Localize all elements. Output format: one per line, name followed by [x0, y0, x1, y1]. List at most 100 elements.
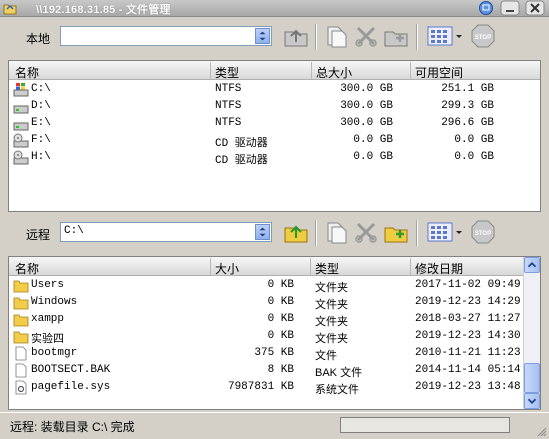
- remote-cell-name: pagefile.sys: [31, 381, 111, 393]
- local-cell-total: 300.0 GB: [340, 83, 393, 95]
- local-cell-free: 0.0 GB: [454, 134, 494, 146]
- remote-col-name[interactable]: 名称: [15, 260, 39, 277]
- remote-cell-size: 0 KB: [267, 279, 294, 291]
- remote-cell-type: 系统文件: [315, 384, 359, 396]
- scroll-up-icon[interactable]: [524, 257, 540, 273]
- resize-grip-icon[interactable]: [535, 425, 547, 437]
- local-row[interactable]: C:\ NTFS 300.0 GB 251.1 GB: [9, 81, 540, 98]
- minimize-icon[interactable]: [499, 0, 521, 16]
- remote-path-dropdown-icon[interactable]: [255, 224, 270, 240]
- remote-row[interactable]: pagefile.sys 7987831 KB 系统文件 2019-12-23 13:…: [9, 379, 540, 396]
- remote-new-folder-icon[interactable]: [382, 218, 410, 246]
- local-cell-type: CD 驱动器: [215, 138, 268, 150]
- local-cell-name: D:\: [31, 100, 51, 112]
- local-list-header: 名称 类型 总大小 可用空间: [9, 61, 540, 80]
- remote-file-list[interactable]: 名称 大小 类型 修改日期 Users 0 KB 文件夹 2017-11-02 09:…: [8, 256, 541, 410]
- close-icon[interactable]: [524, 0, 546, 16]
- local-path-dropdown-icon[interactable]: [255, 28, 270, 44]
- windows-drive-icon: [13, 83, 29, 97]
- local-new-folder-icon[interactable]: [382, 22, 410, 50]
- remote-cell-name: Users: [31, 279, 65, 291]
- toolbar-separator: [416, 220, 418, 246]
- folder-icon: [13, 280, 29, 293]
- local-path-combo[interactable]: [60, 26, 272, 46]
- remote-row[interactable]: BOOTSECT.BAK 8 KB BAK 文件 2014-11-14 05:14: [9, 362, 540, 379]
- remote-row[interactable]: Windows 0 KB 文件夹 2019-12-23 14:29: [9, 294, 540, 311]
- local-label: 本地: [26, 32, 51, 46]
- remote-row[interactable]: Users 0 KB 文件夹 2017-11-02 09:49: [9, 277, 540, 294]
- remote-up-folder-icon[interactable]: [282, 218, 310, 246]
- local-delete-icon[interactable]: [352, 22, 380, 50]
- remote-stop-icon[interactable]: STOP: [469, 218, 497, 246]
- remote-col-type[interactable]: 类型: [315, 260, 339, 277]
- hard-drive-icon: [13, 122, 29, 131]
- local-col-free[interactable]: 可用空间: [415, 64, 463, 81]
- remote-row[interactable]: 实验四 0 KB 文件夹 2019-12-23 14:30: [9, 328, 540, 346]
- remote-cell-size: 8 KB: [267, 364, 294, 376]
- file-icon: [15, 363, 27, 378]
- remote-path-combo[interactable]: C:\: [60, 222, 272, 242]
- local-view-mode-icon[interactable]: [426, 22, 464, 50]
- remote-copy-icon[interactable]: [322, 218, 350, 246]
- remote-cell-date: 2010-11-21 11:23: [415, 347, 521, 359]
- local-cell-free: 296.6 GB: [441, 117, 494, 129]
- folder-icon: [13, 331, 29, 344]
- local-cell-type: NTFS: [215, 117, 242, 129]
- local-copy-icon[interactable]: [322, 22, 350, 50]
- status-bar: 远程: 装载目录 C:\ 完成: [0, 412, 549, 439]
- remote-cell-type: BAK 文件: [315, 367, 363, 379]
- remote-view-mode-icon[interactable]: [426, 218, 464, 246]
- remote-cell-date: 2019-12-23 13:48: [415, 381, 521, 393]
- local-col-total[interactable]: 总大小: [316, 64, 352, 81]
- remote-toolbar: 远程 C:\ STOP: [0, 214, 549, 252]
- status-progress-box: [340, 417, 510, 433]
- local-cell-name: E:\: [31, 117, 51, 129]
- scroll-thumb[interactable]: [524, 363, 540, 393]
- cd-drive-icon: [13, 133, 29, 148]
- local-cell-total: 0.0 GB: [353, 134, 393, 146]
- scroll-down-icon[interactable]: [524, 393, 540, 409]
- local-col-name[interactable]: 名称: [15, 64, 39, 81]
- local-cell-type: NTFS: [215, 100, 242, 112]
- local-cell-name: F:\: [31, 134, 51, 146]
- remote-delete-icon[interactable]: [352, 218, 380, 246]
- remote-row[interactable]: bootmgr 375 KB 文件 2010-11-21 11:23: [9, 345, 540, 362]
- toolbar-separator: [416, 24, 418, 50]
- folder-icon: [13, 297, 29, 310]
- local-cell-free: 251.1 GB: [441, 83, 494, 95]
- remote-path-value: C:\: [64, 225, 84, 237]
- local-row[interactable]: E:\ NTFS 300.0 GB 296.6 GB: [9, 115, 540, 132]
- remote-cell-type: 文件夹: [315, 316, 348, 328]
- local-cell-free: 299.3 GB: [441, 100, 494, 112]
- svg-text:STOP: STOP: [475, 35, 491, 41]
- remote-label: 远程: [26, 228, 51, 242]
- restore-icon[interactable]: [475, 0, 497, 16]
- local-stop-icon[interactable]: STOP: [469, 22, 497, 50]
- local-cell-total: 300.0 GB: [340, 100, 393, 112]
- remote-col-date[interactable]: 修改日期: [415, 260, 463, 277]
- local-row[interactable]: D:\ NTFS 300.0 GB 299.3 GB: [9, 98, 540, 115]
- remote-cell-name: bootmgr: [31, 347, 78, 359]
- local-cell-total: 0.0 GB: [353, 151, 393, 163]
- folder-app-icon: [3, 4, 17, 15]
- remote-row[interactable]: xampp 0 KB 文件夹 2018-03-27 11:27: [9, 311, 540, 328]
- title-bar: \\192.168.31.85 - 文件管理: [0, 0, 549, 17]
- remote-vertical-scrollbar[interactable]: [523, 257, 540, 409]
- local-row[interactable]: F:\ CD 驱动器 0.0 GB 0.0 GB: [9, 132, 540, 150]
- local-cell-free: 0.0 GB: [454, 151, 494, 163]
- remote-col-size[interactable]: 大小: [215, 260, 239, 277]
- local-cell-name: C:\: [31, 83, 51, 95]
- remote-cell-date: 2018-03-27 11:27: [415, 313, 521, 325]
- remote-cell-size: 0 KB: [267, 313, 294, 325]
- local-up-folder-icon[interactable]: [282, 22, 310, 50]
- toolbar-separator: [315, 220, 317, 246]
- local-row[interactable]: H:\ CD 驱动器 0.0 GB 0.0 GB: [9, 149, 540, 167]
- remote-cell-size: 375 KB: [254, 347, 294, 359]
- toolbar-separator: [315, 24, 317, 50]
- window-title: \\192.168.31.85 - 文件管理: [36, 4, 171, 16]
- svg-text:STOP: STOP: [475, 231, 491, 237]
- file-icon: [15, 346, 27, 361]
- local-col-type[interactable]: 类型: [215, 64, 239, 81]
- local-file-list[interactable]: 名称 类型 总大小 可用空间 C:\ NTFS 300.0 GB 251.1 GB D:…: [8, 60, 541, 212]
- remote-cell-type: 文件夹: [315, 282, 348, 294]
